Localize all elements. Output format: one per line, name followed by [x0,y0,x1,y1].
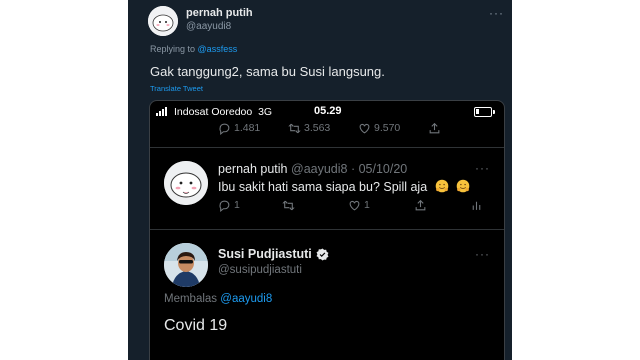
display-name-text: Susi Pudjiastuti [218,247,312,261]
tweet-text: Gak tanggung2, sama bu Susi langsung. [150,64,385,79]
reply-action[interactable]: 1.481 [218,122,260,135]
network-type: 3G [258,106,273,118]
hugging-face-emoji [456,179,470,193]
tweet-body: Ibu sakit hati sama siapa bu? Spill aja [218,180,428,194]
tweet-header: pernah putih @aayudi8 · 05/10/20 [218,162,407,176]
more-icon[interactable]: ··· [489,6,504,20]
reply-count: 1 [234,199,240,211]
like-action[interactable]: 9.570 [358,122,400,135]
membalas-link[interactable]: @aayudi8 [220,293,272,305]
reply-count: 1.481 [234,122,261,134]
battery-nub [493,110,495,114]
avatar[interactable] [164,161,208,205]
more-icon[interactable]: ··· [475,161,490,175]
tweet-page: pernah putih @aayudi8 ··· Replying to @a… [128,0,512,360]
display-name[interactable]: pernah putih [218,162,288,176]
divider [150,229,504,230]
display-name[interactable]: Susi Pudjiastuti [218,247,329,261]
share-icon [415,199,426,210]
more-icon[interactable]: ··· [475,247,490,261]
avatar[interactable] [148,6,178,36]
replying-to-link[interactable]: @assfess [198,44,238,54]
retweet-icon [282,200,295,210]
translate-tweet-link[interactable]: Translate Tweet [150,84,203,93]
retweet-action[interactable]: 3.563 [288,122,330,135]
reply-icon [219,123,230,135]
carrier-label: Indosat Ooredoo 3G [174,106,272,118]
signal-icon [156,107,167,116]
battery-icon [474,107,492,117]
reply-action[interactable]: 1 [218,199,240,212]
share-icon [429,122,440,133]
membalas-prefix: Membalas [164,293,218,305]
share-action[interactable] [414,199,427,212]
analytics-icon [472,201,481,210]
replying-prefix: Replying to [150,44,196,54]
like-count: 9.570 [374,122,401,134]
retweet-icon [288,123,301,133]
tweet-text: Ibu sakit hati sama siapa bu? Spill aja [218,179,470,194]
reply-icon [219,200,230,212]
retweet-action[interactable] [282,199,295,212]
retweet-count: 3.563 [304,122,331,134]
tweet-meta: @aayudi8 · 05/10/20 [291,162,408,176]
reply-text: Covid 19 [164,317,228,334]
like-action[interactable]: 1 [348,199,370,212]
verified-icon [316,248,329,260]
like-icon [359,123,370,133]
handle[interactable]: @susipudjiastuti [218,264,302,276]
status-time: 05.29 [314,105,342,117]
replying-to: Replying to @assfess [150,44,237,54]
analytics-action[interactable] [470,199,483,212]
replying-to: Membalas @aayudi8 [164,293,272,305]
hugging-face-emoji [435,179,448,193]
handle[interactable]: @aayudi8 [186,21,231,32]
embedded-screenshot[interactable]: Indosat Ooredoo 3G 05.29 1.481 3.563 9.5… [149,100,505,360]
avatar[interactable] [164,243,208,287]
carrier-name: Indosat Ooredoo [174,106,253,118]
display-name[interactable]: pernah putih [186,7,253,19]
like-count: 1 [364,199,370,211]
divider [150,147,504,148]
share-action[interactable] [428,122,441,135]
like-icon [349,200,360,210]
status-bar: Indosat Ooredoo 3G 05.29 [150,101,504,123]
